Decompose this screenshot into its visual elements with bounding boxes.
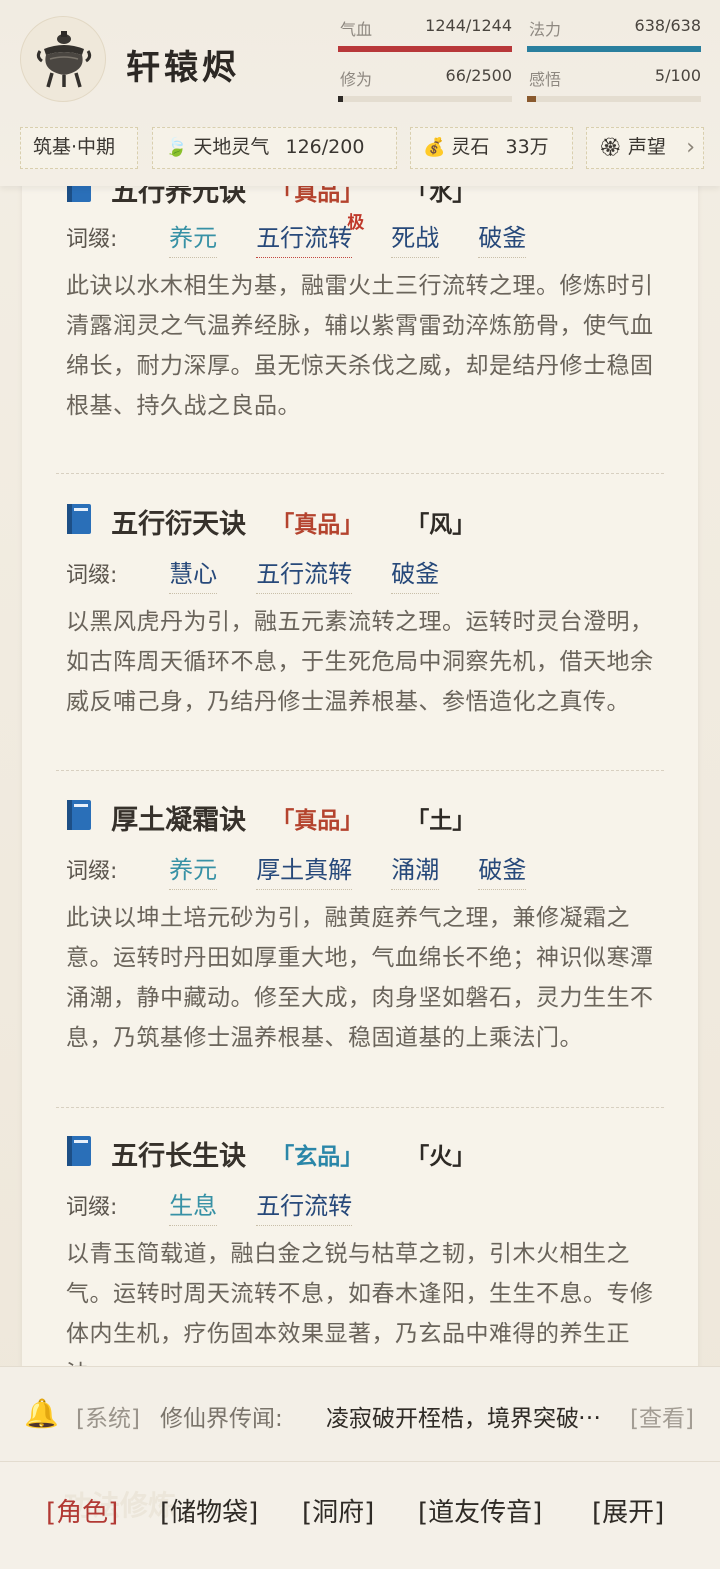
spirit-stone-chip[interactable]: 💰 灵石 33万 (410, 127, 573, 169)
status-header: 轩辕烬 气血 1244/1244 法力 638/638 修为 66/2500 感… (0, 0, 720, 186)
affix-tag[interactable]: 破釜 (391, 554, 440, 594)
cultivation-bar-fill (338, 96, 344, 102)
notice-tag: [系统] (76, 1406, 140, 1432)
player-name: 轩辕烬 (126, 48, 240, 88)
cultivation-value: 66/2500 (445, 66, 512, 85)
realm-text: 筑基·中期 (33, 136, 116, 158)
bottom-nav: 功法修炼 [角色] [储物袋] [洞府] [道友传音] [展开] (0, 1462, 720, 1569)
stone-value: 33万 (505, 136, 549, 158)
fame-chip[interactable]: 🏵 声望 › (586, 127, 704, 169)
technique-description: 此诀以水木相生为基，融雷火土三行流转之理。修炼时引清露润灵之气温养经脉，辅以紫霄… (66, 273, 654, 419)
affix-label: 词缀: (66, 563, 118, 588)
cultivation-stat: 修为 66/2500 (338, 0, 512, 102)
leaf-icon: 🍃 (165, 137, 188, 158)
chevron-right-icon[interactable]: › (686, 128, 695, 167)
affix-text: 五行流转 (256, 224, 353, 252)
bell-icon: 🔔 (24, 1397, 59, 1430)
technique-item[interactable]: 厚土凝霜诀 「真品」 「土」 词缀: 养元 厚土真解 涌潮 破釜 此诀以坤土培元… (56, 798, 664, 1108)
affix-label: 词缀: (66, 227, 118, 252)
cultivation-bar (338, 96, 512, 102)
book-icon (67, 503, 91, 534)
affix-tag[interactable]: 死战 (391, 218, 440, 258)
technique-element: 「土」 (406, 806, 476, 834)
incense-burner-icon (36, 31, 92, 88)
book-icon (67, 1135, 91, 1166)
qi-chip[interactable]: 🍃 天地灵气 126/200 (152, 127, 397, 169)
insight-stat: 感悟 5/100 (527, 0, 701, 102)
technique-name: 五行衍天诀 (111, 509, 247, 540)
technique-grade: 「玄品」 (271, 1142, 364, 1170)
book-icon (67, 799, 91, 830)
notice-label: 修仙界传闻: (160, 1406, 283, 1432)
nav-expand[interactable]: [展开] (592, 1492, 664, 1529)
nav-storage-bag[interactable]: [储物袋] (160, 1492, 258, 1529)
fame-label: 声望 (627, 136, 666, 158)
insight-value: 5/100 (654, 66, 701, 85)
qi-value: 126/200 (285, 136, 365, 158)
technique-name: 五行长生诀 (111, 1141, 247, 1172)
affix-tag[interactable]: 生息 (169, 1186, 218, 1226)
technique-description: 此诀以坤土培元砂为引，融黄庭养气之理，兼修凝霜之意。运转时丹田如厚重大地，气血绵… (66, 905, 654, 1051)
avatar[interactable] (20, 16, 106, 102)
divider (56, 473, 664, 474)
money-bag-icon: 💰 (423, 137, 446, 158)
insight-label: 感悟 (529, 70, 562, 89)
stone-label: 灵石 (451, 136, 490, 158)
technique-item[interactable]: 五行长生诀 「玄品」 「火」 词缀: 生息 五行流转 以青玉简载道，融白金之锐与… (56, 1134, 664, 1387)
affix-tag[interactable]: 五行流转 (256, 1186, 353, 1226)
nav-cave-dwelling[interactable]: [洞府] (302, 1492, 374, 1529)
divider (56, 770, 664, 771)
technique-description: 以黑风虎丹为引，融五元素流转之理。运转时灵台澄明，如古阵周天循环不息，于生死危局… (66, 609, 654, 715)
divider (56, 1107, 664, 1108)
affix-label: 词缀: (66, 859, 118, 884)
insight-bar-fill (527, 96, 536, 102)
affix-label: 词缀: (66, 1195, 118, 1220)
realm-chip[interactable]: 筑基·中期 (20, 127, 138, 169)
affix-tag[interactable]: 厚土真解 (256, 850, 353, 890)
technique-grade: 「真品」 (271, 510, 364, 538)
insight-bar (527, 96, 701, 102)
technique-element: 「风」 (406, 510, 476, 538)
technique-item[interactable]: 五行衍天诀 「真品」 「风」 词缀: 慧心 五行流转 破釜 以黑风虎丹为引，融五… (56, 502, 664, 772)
nav-character[interactable]: [角色] (46, 1492, 118, 1529)
affix-tag[interactable]: 涌潮 (391, 850, 440, 890)
technique-grade: 「真品」 (271, 806, 364, 834)
affix-tag[interactable]: 五行流转极 (256, 213, 364, 258)
affix-badge: 极 (347, 213, 365, 233)
affix-tag[interactable]: 破釜 (478, 218, 527, 258)
nav-friend-messages[interactable]: [道友传音] (418, 1492, 542, 1529)
flower-icon: 🏵 (599, 137, 622, 158)
cultivation-label: 修为 (340, 70, 373, 89)
affix-tag[interactable]: 养元 (169, 850, 218, 890)
qi-label: 天地灵气 (193, 136, 270, 158)
affix-tag[interactable]: 慧心 (169, 554, 218, 594)
technique-item[interactable]: 五行养元诀 「真品」 「水」 词缀: 养元 五行流转极 死战 破釜 此诀以水木相… (56, 170, 664, 474)
affix-tag[interactable]: 五行流转 (256, 554, 353, 594)
affix-tag[interactable]: 破釜 (478, 850, 527, 890)
notice-ellipsis: … (578, 1399, 601, 1425)
notice-bar: 🔔 [系统] 修仙界传闻: 凌寂破开桎梏，境界突破 … [查看] (0, 1366, 720, 1462)
notice-message: 凌寂破开桎梏，境界突破 (326, 1406, 579, 1432)
technique-element: 「火」 (406, 1142, 476, 1170)
view-notice-button[interactable]: [查看] (630, 1399, 694, 1433)
technique-name: 厚土凝霜诀 (111, 805, 247, 836)
affix-tag[interactable]: 养元 (169, 218, 218, 258)
